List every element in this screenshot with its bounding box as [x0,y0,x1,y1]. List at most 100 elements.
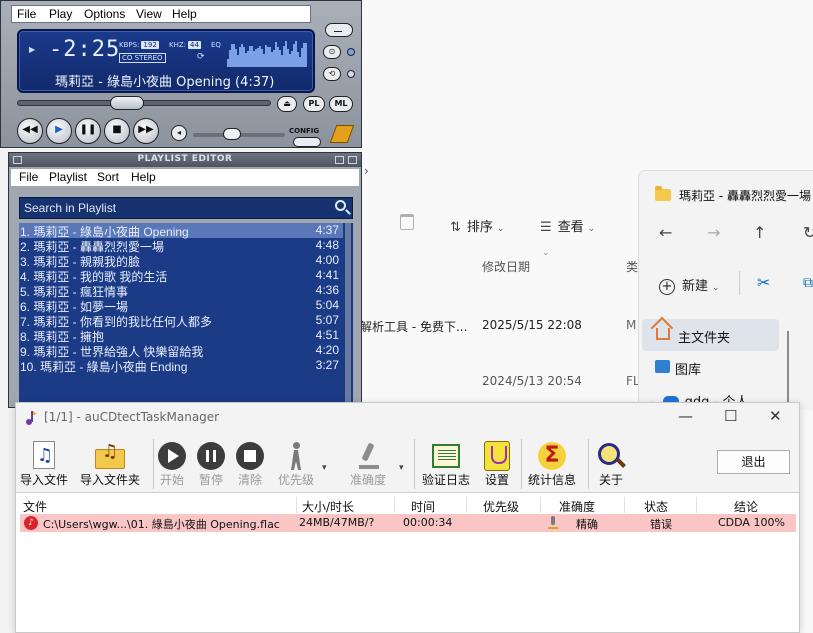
play-button[interactable]: ▶ [46,118,72,144]
column-divider[interactable] [394,497,395,513]
column-header-size[interactable]: 大小/时长 [302,498,354,515]
accuracy-button[interactable]: 准确度 [350,441,386,488]
playlist-scrollbar[interactable] [345,223,351,403]
chevron-right-icon[interactable]: › [364,164,369,178]
seek-bar[interactable] [17,96,271,110]
playlist-track-row[interactable]: 6. 瑪莉亞 - 如夢一場 5:04 [19,298,343,314]
priority-button[interactable]: 优先级 [278,441,314,488]
column-divider[interactable] [540,497,541,513]
nav-item-gallery[interactable]: 图库 [655,359,701,378]
settings-button[interactable]: 设置 [482,441,512,488]
repeat-toggle[interactable]: ⟲ [323,67,341,81]
playlist-track-row[interactable]: 3. 瑪莉亞 - 親親我的臉 4:00 [19,253,343,269]
playlist-track-row[interactable]: 4. 瑪莉亞 - 我的歌 我的生活 4:41 [19,268,343,284]
playlist-track-row[interactable]: 10. 瑪莉亞 - 綠島小夜曲 Ending 3:27 [19,358,343,374]
playlist-track-row[interactable]: 2. 瑪莉亞 - 轟轟烈烈愛一場 4:48 [19,238,343,254]
playlist-shade-icon[interactable] [335,156,344,164]
close-icon[interactable]: ✕ [769,407,782,425]
statistics-button[interactable]: Σ 统计信息 [528,441,576,488]
maximize-icon[interactable]: ☐ [724,407,737,425]
verify-log-button[interactable]: 验证日志 [422,441,470,488]
playlist-track-row[interactable]: 1. 瑪莉亞 - 綠島小夜曲 Opening 4:37 [19,223,343,239]
playlist-toggle-button[interactable]: PL [303,96,325,112]
volume-thumb[interactable] [223,128,241,140]
walking-person-icon [281,441,311,471]
toolbar-divider [588,439,589,489]
column-divider[interactable] [296,497,297,513]
spectrum-visualizer[interactable] [227,39,309,67]
menu-view[interactable]: View [136,7,162,21]
time-display[interactable]: -2:25 [49,37,120,62]
import-folder-button[interactable]: ♫ 导入文件夹 [80,441,140,488]
media-library-button[interactable]: ML [329,96,353,112]
stop-button[interactable]: ■ [104,118,130,144]
window-title: 瑪莉亞 - 轟轟烈烈愛一場 [655,186,811,204]
track-duration: 4:36 [315,283,339,297]
menu-file[interactable]: File [19,170,38,184]
menu-help[interactable]: Help [172,7,197,21]
column-header-type[interactable]: 类 [626,258,638,275]
scrollbar[interactable] [787,331,789,410]
accuracy-icon [546,515,560,531]
view-button[interactable]: ☰ 查看 ⌄ [540,216,595,235]
column-divider[interactable] [696,497,697,513]
column-header-file[interactable]: 文件 [23,498,47,515]
minimize-button[interactable] [325,23,353,37]
aucdtect-titlebar[interactable]: [1/1] - auCDtectTaskManager — ☐ ✕ [16,403,799,433]
pause-button[interactable]: 暂停 [197,441,225,488]
back-arrow-icon[interactable]: ← [659,223,672,242]
previous-button[interactable]: ◀◀ [17,118,43,144]
next-button[interactable]: ▶▶ [133,118,159,144]
config-button[interactable] [293,137,321,147]
playlist-track-row[interactable]: 7. 瑪莉亞 - 你看到的我比任何人都多 5:07 [19,313,343,329]
menu-help[interactable]: Help [131,170,156,184]
playlist-close-icon[interactable] [348,156,357,164]
eject-button[interactable]: ⏏ [277,96,297,112]
chevron-down-icon[interactable]: ▾ [322,463,327,473]
column-header-priority[interactable]: 优先级 [483,498,519,515]
table-row[interactable]: ♪ C:\Users\wgw...\01. 綠島小夜曲 Opening.flac… [20,514,796,532]
chevron-down-icon[interactable]: ▾ [399,463,404,473]
up-arrow-icon[interactable]: ↑ [753,223,766,242]
forward-arrow-icon[interactable]: → [707,223,720,242]
pause-button[interactable]: ❚❚ [75,118,101,144]
sort-direction-icon: ⌄ [542,248,550,258]
column-header-modified[interactable]: 修改日期 [482,258,530,275]
seek-thumb[interactable] [110,96,144,110]
column-header-accuracy[interactable]: 准确度 [559,498,595,515]
column-header-status[interactable]: 状态 [644,498,668,515]
playlist-search-input[interactable]: Search in Playlist [19,197,353,219]
sort-button[interactable]: ⇅ 排序 ⌄ [450,216,504,235]
nav-item-home[interactable]: 主文件夹 [642,319,779,351]
about-button[interactable]: 关于 [596,441,626,488]
winamp-display: ▶ -2:25 KBPS: 192 KHZ: 44 EQ CO STEREO ⟳ 瑪… [17,29,315,93]
playlist-track-row[interactable]: 5. 瑪莉亞 - 瘋狂情事 4:36 [19,283,343,299]
column-header-conclusion[interactable]: 结论 [734,498,758,515]
column-header-time[interactable]: 时间 [411,498,435,515]
minimize-icon[interactable]: — [678,407,693,425]
start-button[interactable]: 开始 [158,441,186,488]
column-divider[interactable] [624,497,625,513]
clear-button[interactable]: 清除 [236,441,264,488]
chevron-down-icon: ⌄ [496,224,505,234]
exit-button[interactable]: 退出 [717,450,790,474]
import-file-button[interactable]: ♫ 导入文件 [20,441,68,488]
refresh-icon[interactable]: ↻ [803,223,813,242]
menu-play[interactable]: Play [49,7,72,21]
playlist-track-row[interactable]: 8. 瑪莉亞 - 擁抱 4:51 [19,328,343,344]
column-divider[interactable] [466,497,467,513]
playlist-track-row[interactable]: 9. 瑪莉亞 - 世界給強人 快樂留給我 4:20 [19,343,343,359]
menu-sort[interactable]: Sort [97,170,119,184]
playlist-titlebar[interactable]: PLAYLIST EDITOR [9,153,361,167]
new-button[interactable]: + 新建 ⌄ [659,275,720,295]
search-icon[interactable] [335,200,346,211]
volume-icon[interactable]: ◂ [171,125,187,141]
menu-playlist[interactable]: Playlist [49,170,87,184]
copy-icon[interactable]: ⧉ [803,275,813,291]
menu-options[interactable]: Options [84,7,125,21]
app-icon [24,410,38,426]
aucdtect-window: [1/1] - auCDtectTaskManager — ☐ ✕ ♫ 导入文件… [15,402,800,633]
menu-file[interactable]: File [17,7,36,21]
shade-button[interactable]: ⊙ [323,45,341,59]
cut-icon[interactable]: ✂ [757,273,770,292]
